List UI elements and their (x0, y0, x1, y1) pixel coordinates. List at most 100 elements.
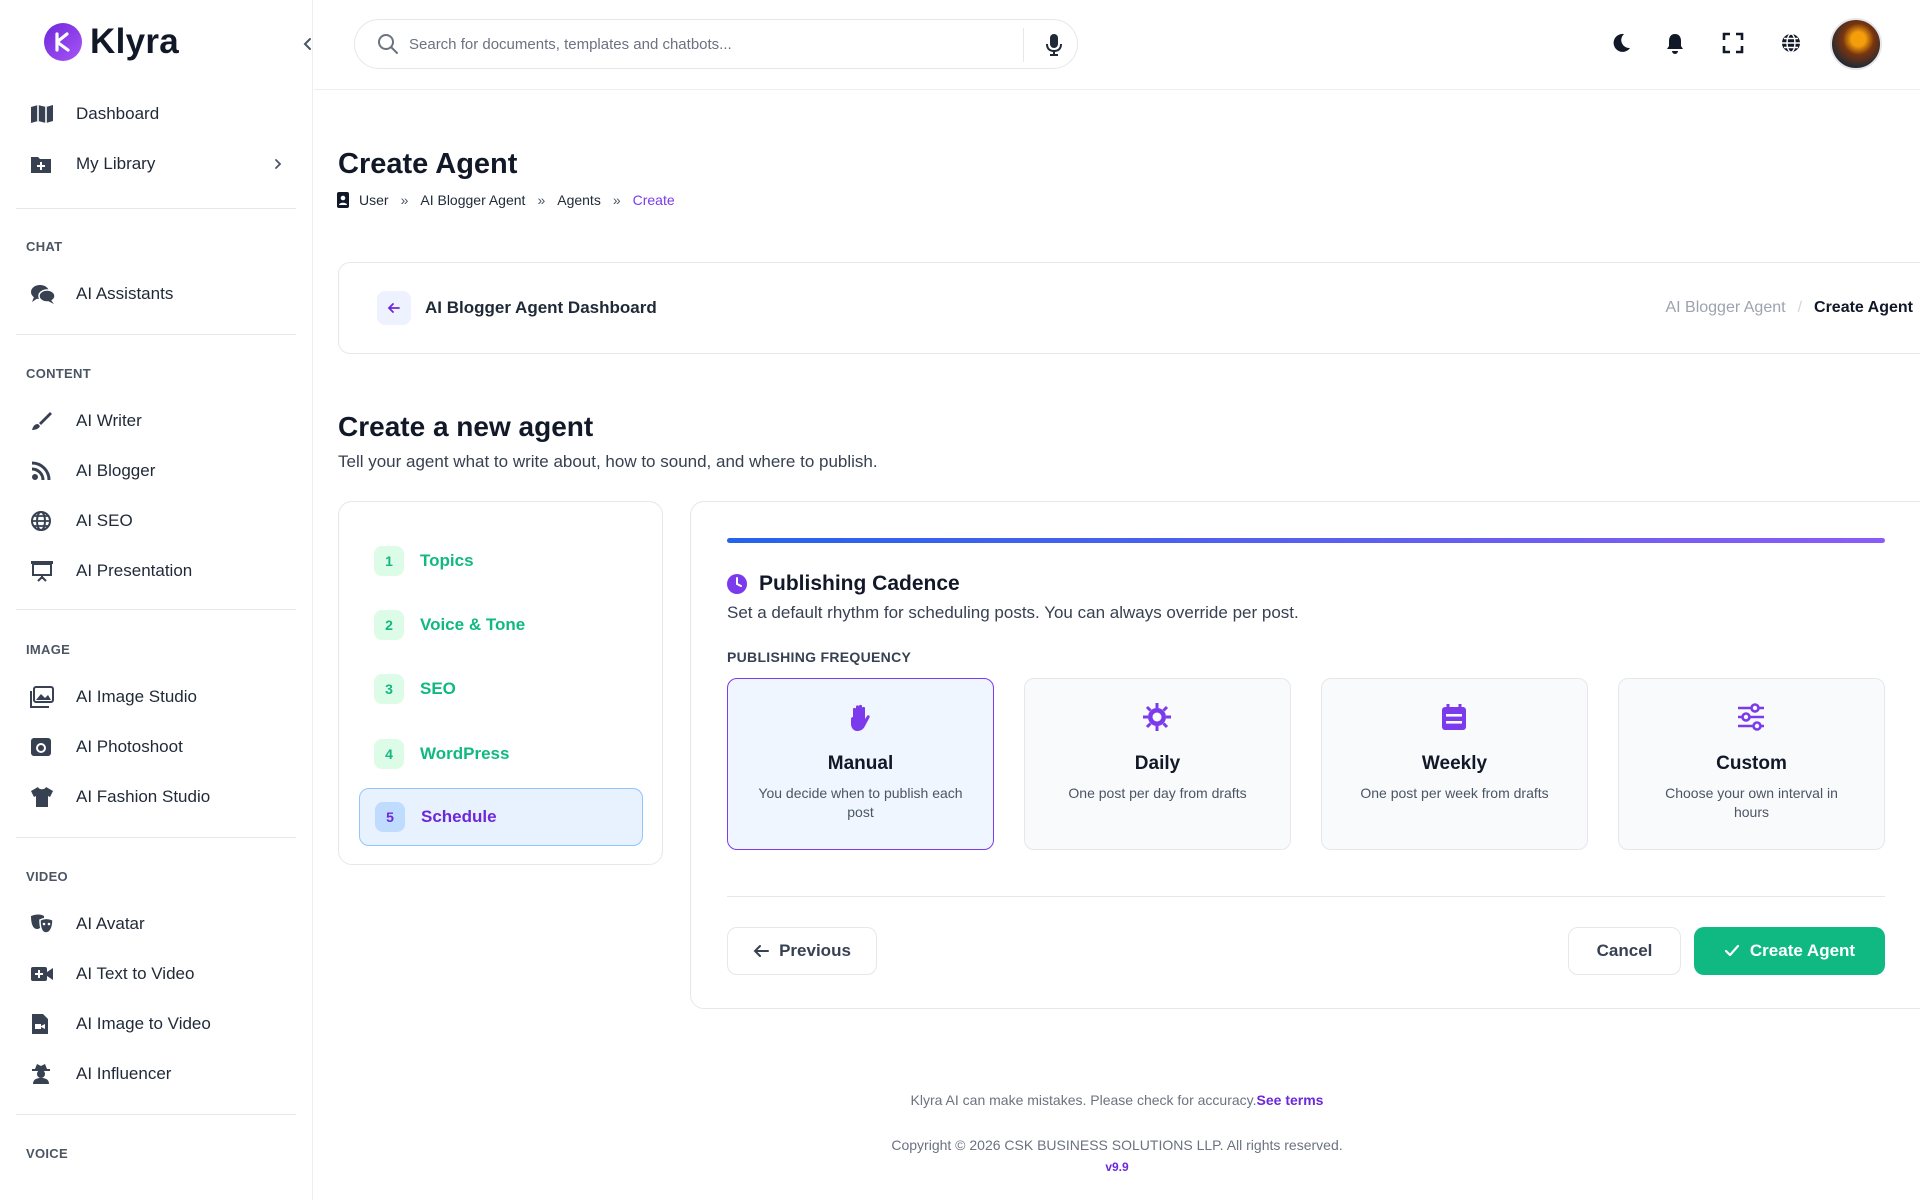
sidebar-item-label: Dashboard (76, 104, 160, 123)
breadcrumb-item[interactable]: Agents (557, 192, 601, 208)
search-bar[interactable] (354, 19, 1078, 69)
dashbar-breadcrumb: AI Blogger Agent / Create Agent (1665, 299, 1913, 317)
sidebar-item-label: AI Presentation (76, 561, 193, 580)
microphone-icon[interactable] (1045, 33, 1063, 57)
search-divider (1023, 28, 1024, 62)
sidebar-item-ai-seo[interactable]: AI SEO (26, 501, 296, 541)
sidebar-item-label: AI Assistants (76, 284, 174, 303)
footer-copyright: Copyright © 2026 CSK BUSINESS SOLUTIONS … (891, 1137, 1343, 1153)
create-agent-button[interactable]: Create Agent (1694, 927, 1885, 975)
brand[interactable]: Klyra (44, 22, 179, 62)
notification-bell-icon[interactable] (1664, 32, 1686, 54)
see-terms-link[interactable]: See terms (1257, 1092, 1324, 1108)
cancel-button[interactable]: Cancel (1568, 927, 1681, 975)
breadcrumb-separator-icon: » (612, 192, 621, 208)
sidebar-item-ai-text-to-video[interactable]: AI Text to Video (26, 954, 296, 994)
back-button[interactable] (377, 291, 411, 325)
step-label: WordPress (420, 744, 510, 763)
step-seo[interactable]: 3 SEO (359, 660, 643, 718)
frequency-option-custom[interactable]: Custom Choose your own interval in hours (1618, 678, 1885, 850)
sidebar-item-ai-image-to-video[interactable]: AI Image to Video (26, 1004, 296, 1044)
schedule-panel: Publishing Cadence Set a default rhythm … (690, 501, 1920, 1009)
option-description: You decide when to publish each post (758, 785, 963, 820)
step-wordpress[interactable]: 4 WordPress (359, 725, 643, 783)
step-number: 1 (374, 546, 404, 576)
step-schedule[interactable]: 5 Schedule (359, 788, 643, 846)
arrow-left-icon (387, 303, 400, 313)
sidebar-item-ai-assistants[interactable]: AI Assistants (26, 274, 296, 314)
sidebar-item-label: AI Blogger (76, 461, 156, 480)
sidebar-item-label: AI Text to Video (76, 964, 195, 983)
frequency-option-manual[interactable]: Manual You decide when to publish each p… (727, 678, 994, 850)
check-icon (1724, 944, 1740, 957)
agent-dashboard-bar: AI Blogger Agent Dashboard AI Blogger Ag… (338, 262, 1920, 354)
sidebar-item-ai-presentation[interactable]: AI Presentation (26, 551, 296, 591)
arrow-left-icon (753, 945, 770, 957)
brand-name: Klyra (90, 22, 180, 61)
presentation-icon (30, 559, 64, 583)
user-secret-icon (30, 1062, 64, 1086)
option-description: One post per day from drafts (1068, 785, 1247, 801)
frequency-option-weekly[interactable]: Weekly One post per week from drafts (1321, 678, 1588, 850)
wizard-steps: 1 Topics 2 Voice & Tone 3 SEO 4 WordPres… (338, 501, 663, 865)
breadcrumb-separator-icon: » (400, 192, 409, 208)
previous-button[interactable]: Previous (727, 927, 877, 975)
breadcrumb: User » AI Blogger Agent » Agents » Creat… (337, 192, 675, 208)
sidebar-section-voice: VOICE (26, 1146, 68, 1161)
step-voice-tone[interactable]: 2 Voice & Tone (359, 596, 643, 654)
images-icon (30, 685, 64, 709)
wizard-progress-bar (727, 538, 1885, 543)
fullscreen-icon[interactable] (1722, 32, 1744, 54)
rss-icon (30, 459, 64, 483)
sidebar: Klyra Dashboard My Library CHAT AI Assis… (0, 0, 313, 1200)
sidebar-item-label: AI Avatar (76, 914, 145, 933)
breadcrumb-item[interactable]: User (359, 192, 389, 208)
sidebar-divider (16, 837, 296, 838)
sidebar-item-ai-blogger[interactable]: AI Blogger (26, 451, 296, 491)
sidebar-item-label: AI Image Studio (76, 687, 197, 706)
sidebar-item-ai-avatar[interactable]: AI Avatar (26, 904, 296, 944)
search-input[interactable] (409, 35, 1009, 53)
sidebar-item-dashboard[interactable]: Dashboard (26, 94, 296, 134)
shirt-icon (30, 785, 64, 809)
breadcrumb-item-current: Create (632, 192, 675, 208)
footer-disclaimer: Klyra AI can make mistakes. Please check… (314, 1092, 1920, 1108)
sidebar-item-ai-fashion-studio[interactable]: AI Fashion Studio (26, 777, 296, 817)
sidebar-item-ai-image-studio[interactable]: AI Image Studio (26, 677, 296, 717)
option-title: Manual (827, 753, 894, 774)
sidebar-item-label: AI Writer (76, 411, 142, 430)
frequency-label: PUBLISHING FREQUENCY (727, 649, 912, 665)
step-label: Voice & Tone (420, 615, 526, 634)
dashbar-crumb-current: Create Agent (1814, 299, 1913, 316)
sidebar-item-ai-writer[interactable]: AI Writer (26, 401, 296, 441)
page-title: Create Agent (338, 148, 518, 180)
collapse-sidebar-button[interactable] (296, 32, 312, 56)
step-topics[interactable]: 1 Topics (359, 532, 643, 590)
create-agent-button-label: Create Agent (1749, 941, 1856, 960)
sidebar-item-label: AI Photoshoot (76, 737, 183, 756)
sidebar-section-video: VIDEO (26, 869, 68, 884)
cancel-button-label: Cancel (1596, 941, 1653, 960)
user-avatar[interactable] (1830, 18, 1882, 70)
brush-icon (30, 409, 64, 433)
footer-note-text: Klyra AI can make mistakes. Please check… (910, 1092, 1257, 1108)
breadcrumb-separator-icon: » (537, 192, 546, 208)
dark-mode-moon-icon[interactable] (1610, 32, 1632, 54)
camera-icon (30, 735, 64, 759)
sidebar-item-ai-photoshoot[interactable]: AI Photoshoot (26, 727, 296, 767)
step-label: Topics (420, 551, 474, 570)
frequency-option-daily[interactable]: Daily One post per day from drafts (1024, 678, 1291, 850)
dashbar-crumb-parent[interactable]: AI Blogger Agent (1665, 299, 1785, 317)
sidebar-item-ai-influencer[interactable]: AI Influencer (26, 1054, 296, 1094)
breadcrumb-item[interactable]: AI Blogger Agent (420, 192, 525, 208)
topbar (314, 0, 1920, 90)
sidebar-section-content: CONTENT (26, 366, 91, 381)
dashboard-link[interactable]: AI Blogger Agent Dashboard (425, 298, 657, 318)
language-globe-icon[interactable] (1780, 32, 1802, 54)
globe-icon (30, 509, 64, 533)
panel-divider (727, 896, 1885, 897)
option-description: Choose your own interval in hours (1665, 785, 1838, 820)
sidebar-item-my-library[interactable]: My Library (26, 144, 296, 184)
sidebar-item-label: AI Influencer (76, 1064, 172, 1083)
hand-icon (846, 703, 874, 733)
